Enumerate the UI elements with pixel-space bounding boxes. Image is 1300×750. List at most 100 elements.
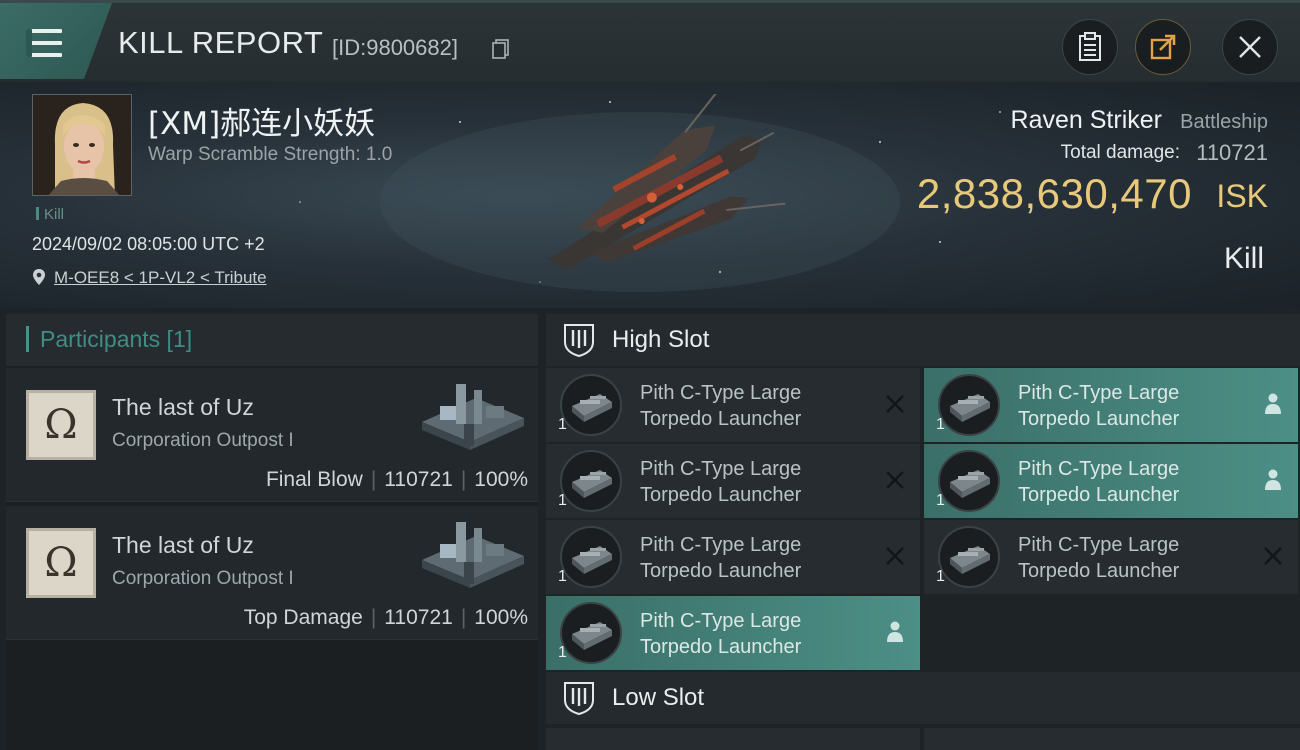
module-name-line1: Pith C-Type Large bbox=[640, 458, 802, 480]
module-icon bbox=[938, 526, 1000, 588]
low-slot-label: Low Slot bbox=[612, 684, 705, 711]
module-tile[interactable]: 1 Pith C-Type Large Torpedo Launcher bbox=[546, 520, 920, 594]
module-name: Pith C-Type Large Torpedo Launcher bbox=[1018, 456, 1179, 508]
module-name-line2: Torpedo Launcher bbox=[1018, 408, 1180, 430]
module-quantity: 1 bbox=[558, 492, 567, 509]
clipboard-button[interactable] bbox=[1062, 19, 1118, 75]
module-name-line2: Torpedo Launcher bbox=[1018, 484, 1180, 506]
module-icon bbox=[938, 374, 1000, 436]
victim-banner: [XM]郝连小妖妖 Warp Scramble Strength: 1.0 Ki… bbox=[0, 82, 1300, 308]
module-name-line2: Torpedo Launcher bbox=[640, 636, 802, 658]
high-slot-label: High Slot bbox=[612, 326, 710, 353]
module-tile[interactable]: 1 Pith C-Type Large Torpedo Launcher bbox=[924, 520, 1298, 594]
dropped-person-icon bbox=[1265, 469, 1281, 490]
module-name: Pith C-Type Large Torpedo Launcher bbox=[640, 456, 801, 508]
outpost-structure-image bbox=[422, 522, 524, 588]
participant-stats: Final Blow | 110721 | 100% bbox=[265, 468, 528, 491]
menu-button[interactable] bbox=[0, 3, 112, 79]
participant-stats: Top Damage | 110721 | 100% bbox=[243, 606, 528, 629]
module-quantity: 1 bbox=[936, 416, 945, 433]
header-bar: KILL REPORT [ID:9800682] bbox=[0, 0, 1300, 82]
total-damage-label: Total damage: bbox=[1060, 142, 1180, 163]
low-slot-module-partial[interactable] bbox=[924, 728, 1300, 750]
high-slot-icon bbox=[564, 324, 594, 358]
torpedo-launcher-icon bbox=[950, 394, 990, 422]
torpedo-launcher-icon bbox=[572, 546, 612, 574]
report-id: [ID:9800682] bbox=[332, 35, 458, 60]
participants-panel: Participants [1] Ω The last of Uz Corpor… bbox=[6, 314, 538, 750]
participant-role: Final Blow bbox=[265, 468, 363, 491]
total-damage-value: 110721 bbox=[1196, 140, 1268, 165]
module-tile[interactable]: 1 Pith C-Type Large Torpedo Launcher bbox=[924, 444, 1298, 518]
high-slot-header: High Slot bbox=[546, 314, 1300, 366]
isk-value: 2,838,630,470 bbox=[916, 170, 1192, 217]
torpedo-launcher-icon bbox=[572, 470, 612, 498]
low-slot-header: Low Slot bbox=[546, 672, 1300, 724]
participant-ship: Corporation Outpost I bbox=[112, 568, 294, 589]
isk-unit: ISK bbox=[1216, 178, 1268, 214]
module-icon bbox=[938, 450, 1000, 512]
participants-header: Participants [1] bbox=[6, 314, 538, 366]
destroyed-x-icon bbox=[886, 471, 904, 489]
warp-scramble-strength: Warp Scramble Strength: 1.0 bbox=[148, 144, 393, 165]
participant-row[interactable]: Ω The last of Uz Corporation Outpost I F… bbox=[6, 368, 538, 502]
module-name: Pith C-Type Large Torpedo Launcher bbox=[1018, 380, 1179, 432]
module-quantity: 1 bbox=[558, 416, 567, 433]
corporation-logo[interactable]: Ω bbox=[26, 390, 96, 460]
module-name: Pith C-Type Large Torpedo Launcher bbox=[640, 380, 801, 432]
victim-ship-image bbox=[548, 94, 786, 271]
module-tile[interactable]: 1 Pith C-Type Large Torpedo Launcher bbox=[924, 368, 1298, 442]
module-tile[interactable]: 1 Pith C-Type Large Torpedo Launcher bbox=[546, 596, 920, 670]
module-quantity: 1 bbox=[558, 644, 567, 661]
module-name-line1: Pith C-Type Large bbox=[1018, 458, 1180, 480]
omega-icon: Ω bbox=[44, 540, 78, 586]
omega-icon: Ω bbox=[44, 402, 78, 448]
module-name-line2: Torpedo Launcher bbox=[640, 560, 802, 582]
low-slot-module-partial[interactable] bbox=[546, 728, 920, 750]
participant-damage: 110721 bbox=[384, 468, 453, 491]
corporation-logo[interactable]: Ω bbox=[26, 528, 96, 598]
clipboard-icon bbox=[1079, 32, 1101, 61]
kill-tag: Kill bbox=[36, 206, 64, 223]
module-icon bbox=[560, 450, 622, 512]
torpedo-launcher-icon bbox=[572, 394, 612, 422]
module-name-line1: Pith C-Type Large bbox=[640, 534, 802, 556]
participant-damage: 110721 bbox=[384, 606, 453, 629]
module-name-line1: Pith C-Type Large bbox=[640, 610, 802, 632]
pilot-portrait[interactable] bbox=[32, 94, 132, 196]
participant-percent: 100% bbox=[474, 468, 528, 491]
location-link[interactable]: M-OEE8 < 1P-VL2 < Tribute bbox=[54, 268, 267, 288]
module-name-line2: Torpedo Launcher bbox=[1018, 560, 1180, 582]
dropped-person-icon bbox=[887, 621, 903, 642]
share-button[interactable] bbox=[1135, 19, 1191, 75]
module-name-line1: Pith C-Type Large bbox=[640, 382, 802, 404]
module-name-line1: Pith C-Type Large bbox=[1018, 382, 1180, 404]
participant-row[interactable]: Ω The last of Uz Corporation Outpost I T… bbox=[6, 506, 538, 640]
menu-icon bbox=[26, 29, 62, 57]
destroyed-x-icon bbox=[886, 395, 904, 413]
fitting-panel: High Slot 1 Pith C-Type Large Torpedo Laun… bbox=[546, 314, 1300, 750]
pilot-name: [XM]郝连小妖妖 bbox=[148, 106, 376, 142]
participant-percent: 100% bbox=[474, 606, 528, 629]
close-button[interactable] bbox=[1222, 19, 1278, 75]
participant-role: Top Damage bbox=[243, 606, 363, 629]
pilot-avatar bbox=[33, 95, 131, 195]
module-name: Pith C-Type Large Torpedo Launcher bbox=[640, 532, 801, 584]
module-name-line1: Pith C-Type Large bbox=[1018, 534, 1180, 556]
participant-name: The last of Uz bbox=[112, 394, 254, 420]
destroyed-x-icon bbox=[886, 547, 904, 565]
module-tile[interactable]: 1 Pith C-Type Large Torpedo Launcher bbox=[546, 368, 920, 442]
ship-class: Battleship bbox=[1180, 111, 1268, 133]
copy-icon[interactable] bbox=[492, 39, 510, 59]
location-pin-icon bbox=[33, 269, 45, 285]
module-quantity: 1 bbox=[558, 568, 567, 585]
kill-result: Kill bbox=[1223, 242, 1264, 275]
module-name: Pith C-Type Large Torpedo Launcher bbox=[640, 608, 801, 660]
destroyed-x-icon bbox=[1264, 547, 1282, 565]
module-name: Pith C-Type Large Torpedo Launcher bbox=[1018, 532, 1179, 584]
participant-ship: Corporation Outpost I bbox=[112, 430, 294, 451]
page-title: KILL REPORT bbox=[118, 25, 324, 60]
ship-name: Raven Striker bbox=[1010, 106, 1162, 134]
module-name-line2: Torpedo Launcher bbox=[640, 484, 802, 506]
module-tile[interactable]: 1 Pith C-Type Large Torpedo Launcher bbox=[546, 444, 920, 518]
